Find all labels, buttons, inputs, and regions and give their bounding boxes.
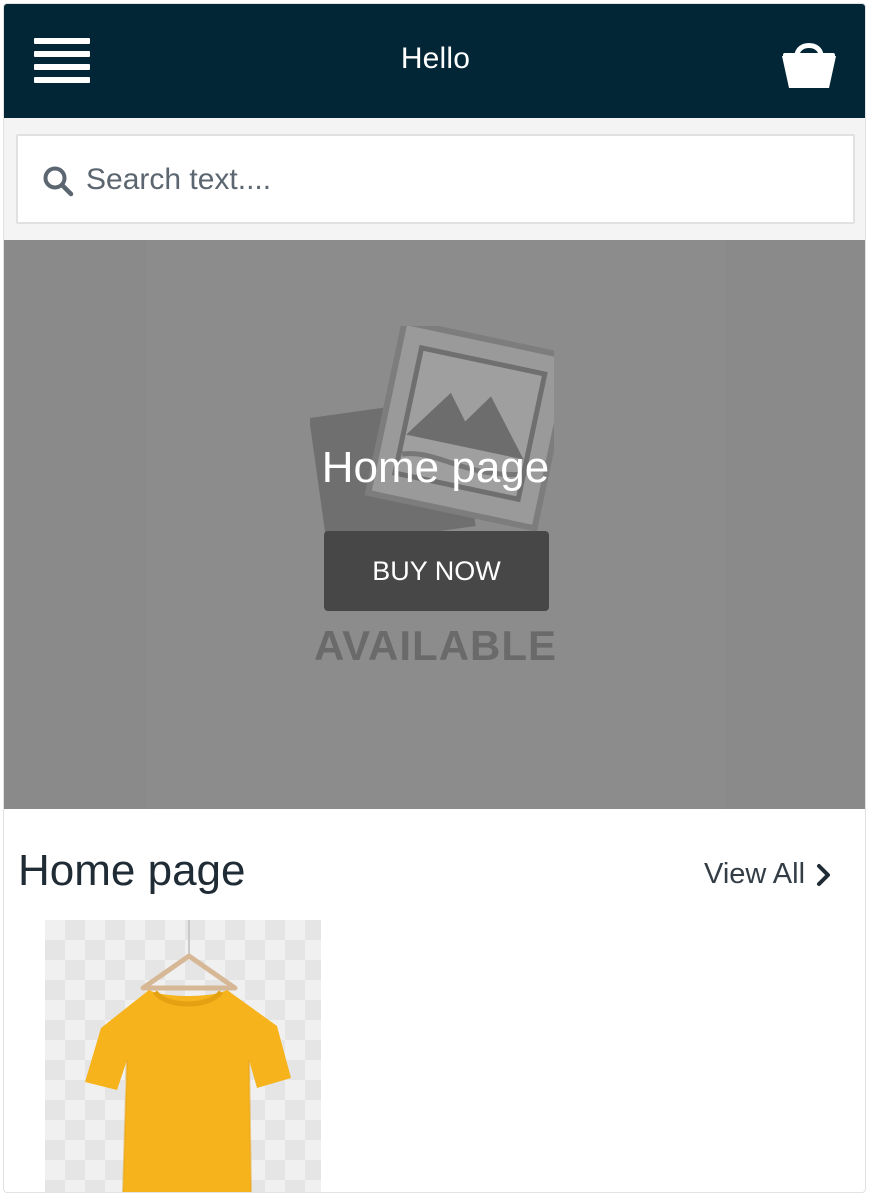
- search-icon: [43, 166, 74, 197]
- no-image-placeholder-icon: [310, 326, 554, 547]
- app-frame: Hello Search text.... Home page BUY NOW …: [3, 3, 866, 1193]
- product-card-image[interactable]: [45, 920, 321, 1192]
- shopping-basket-icon[interactable]: [780, 34, 838, 92]
- hero-title: Home page: [321, 443, 550, 492]
- header-title: Hello: [400, 42, 471, 75]
- tshirt-image: [85, 920, 291, 1192]
- hero-banner: Home page BUY NOW AVAILABLE: [4, 240, 865, 809]
- section-title: Home page: [18, 846, 246, 895]
- top-app-bar: Hello: [4, 4, 865, 118]
- chevron-right-icon: [817, 863, 831, 886]
- search-input[interactable]: [86, 156, 826, 204]
- buy-now-button[interactable]: BUY NOW: [324, 531, 549, 611]
- view-all-link[interactable]: View All: [704, 858, 833, 891]
- search-box[interactable]: [16, 134, 855, 224]
- view-all-label: View All: [704, 858, 806, 890]
- search-bar-container: [4, 118, 865, 240]
- placeholder-available-text: AVAILABLE: [313, 622, 558, 669]
